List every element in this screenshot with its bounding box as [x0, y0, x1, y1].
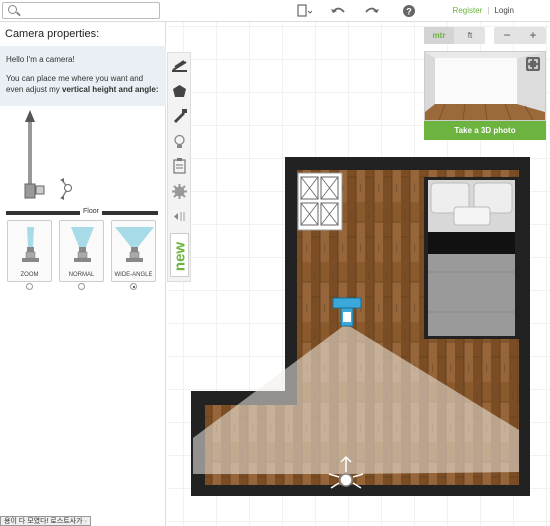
lens-normal-label: NORMAL	[68, 272, 95, 278]
new-label: new	[171, 241, 189, 272]
auth-links: Register | Login	[453, 6, 514, 15]
camera-description: Hello I'm a camera! You can place me whe…	[0, 46, 166, 106]
svg-text:?: ?	[406, 7, 412, 17]
auth-separator: |	[487, 6, 490, 15]
undo-icon[interactable]	[330, 4, 346, 18]
zoom-in-button[interactable]: +	[520, 27, 546, 44]
tool-column: new	[167, 52, 191, 282]
collapse-icon[interactable]	[171, 208, 188, 225]
search-input[interactable]	[21, 4, 157, 17]
settings-icon[interactable]	[171, 183, 188, 200]
3d-preview[interactable]	[424, 51, 546, 121]
footer-ad-text[interactable]: 용이 다 모였다! 로스트사가 ·	[0, 516, 91, 526]
lens-zoom[interactable]: ZOOM	[7, 220, 52, 282]
zoom-out-button[interactable]: −	[494, 27, 520, 44]
camera-height-widget[interactable]	[0, 106, 166, 216]
search-box[interactable]	[2, 2, 160, 19]
camera-properties-panel: Camera properties: Hello I'm a camera! Y…	[0, 22, 166, 526]
radio-normal[interactable]	[78, 283, 85, 290]
radio-wide-angle[interactable]	[130, 283, 137, 290]
lens-wide-angle-label: WIDE-ANGLE	[114, 272, 153, 278]
zoom-controls: − +	[494, 27, 546, 44]
fullscreen-icon[interactable]	[526, 57, 540, 71]
panel-title: Camera properties:	[5, 28, 100, 40]
paint-icon[interactable]	[171, 107, 188, 124]
take-3d-photo-button[interactable]: Take a 3D photo	[424, 121, 546, 140]
register-link[interactable]: Register	[453, 6, 483, 15]
light-icon[interactable]	[171, 133, 188, 150]
redo-icon[interactable]	[364, 4, 380, 18]
top-bar: ? Register | Login	[0, 0, 550, 22]
wide-angle-lens-icon	[115, 227, 154, 262]
unit-toggle: mtr ft	[424, 27, 485, 44]
camera-instructions: You can place me where you want and even…	[6, 74, 159, 94]
new-button[interactable]: new	[170, 233, 189, 277]
bed[interactable]	[424, 177, 519, 339]
lens-wide-angle[interactable]: WIDE-ANGLE	[111, 220, 156, 282]
search-icon	[8, 5, 17, 14]
help-icon[interactable]: ?	[401, 4, 417, 18]
floor-label: Floor	[80, 208, 102, 215]
radio-zoom[interactable]	[26, 283, 33, 290]
camera-greeting: Hello I'm a camera!	[6, 55, 75, 64]
clipboard-icon[interactable]	[171, 157, 188, 174]
page-icon[interactable]	[296, 4, 313, 18]
wall-icon[interactable]	[171, 57, 188, 74]
unit-imperial-button[interactable]: ft	[455, 27, 485, 44]
lens-zoom-label: ZOOM	[20, 272, 39, 278]
lens-normal[interactable]: NORMAL	[59, 220, 104, 282]
cooktop[interactable]	[297, 172, 343, 231]
unit-metric-button[interactable]: mtr	[424, 27, 454, 44]
login-link[interactable]: Login	[494, 6, 514, 15]
normal-lens-icon	[71, 227, 94, 262]
shape-icon[interactable]	[171, 83, 188, 100]
zoom-lens-icon	[22, 227, 39, 262]
